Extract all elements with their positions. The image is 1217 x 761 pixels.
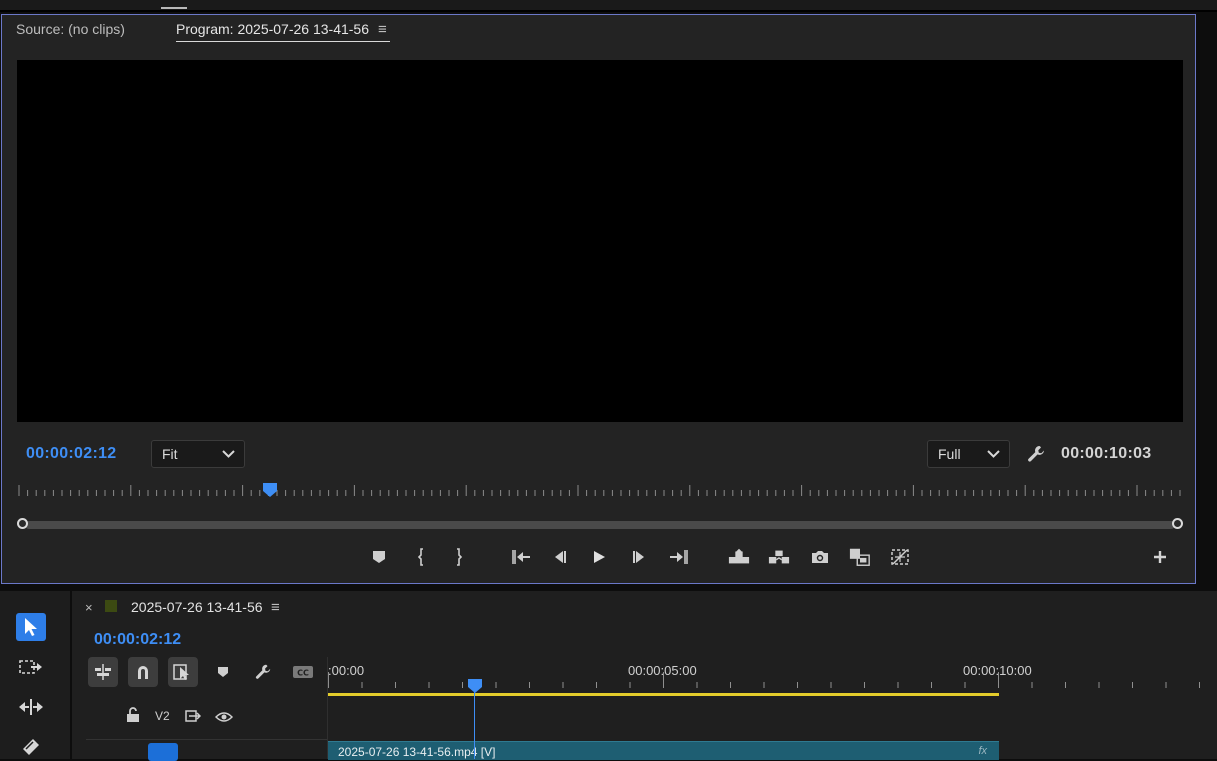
zoom-level-select[interactable]: Fit xyxy=(151,440,245,468)
resolution-value: Full xyxy=(938,446,961,462)
mark-out-icon[interactable] xyxy=(447,547,469,567)
sync-lock-icon[interactable] xyxy=(185,709,202,727)
panel-menu-icon[interactable]: ≡ xyxy=(271,599,280,616)
panel-divider xyxy=(0,10,1217,12)
playhead-marker[interactable] xyxy=(263,483,277,502)
add-marker-icon[interactable] xyxy=(368,547,390,567)
mark-in-icon[interactable] xyxy=(411,547,433,567)
track-select-tool-icon[interactable] xyxy=(16,653,46,681)
lock-icon[interactable] xyxy=(126,707,140,728)
active-tab-underline xyxy=(176,41,390,42)
lift-icon[interactable] xyxy=(728,547,750,567)
tab-program[interactable]: Program: 2025-07-26 13-41-56 xyxy=(176,21,369,37)
fx-badge: fx xyxy=(978,745,987,757)
linked-selection-icon[interactable] xyxy=(168,657,198,687)
zoom-track[interactable] xyxy=(25,521,1175,529)
tab-sequence[interactable]: 2025-07-26 13-41-56 xyxy=(131,599,263,615)
clip-v1[interactable]: 2025-07-26 13-41-56.mp4 [V] fx xyxy=(328,741,999,760)
timeline-playhead[interactable] xyxy=(468,679,482,698)
button-editor-plus-icon[interactable] xyxy=(1149,547,1171,567)
playback-resolution-select[interactable]: Full xyxy=(927,440,1010,468)
sequence-timecode[interactable]: 00:00:02:12 xyxy=(94,631,181,649)
add-marker-icon[interactable] xyxy=(208,657,238,687)
timeline-playhead-line[interactable] xyxy=(474,689,475,759)
track-label-v2[interactable]: V2 xyxy=(155,709,170,723)
top-strip xyxy=(0,0,1217,12)
snap-magnet-icon[interactable] xyxy=(128,657,158,687)
camera-icon[interactable] xyxy=(809,547,831,567)
go-to-in-icon[interactable] xyxy=(510,547,532,567)
chevron-down-icon xyxy=(987,450,1000,458)
sequence-color-label xyxy=(105,600,117,612)
selection-tool-icon[interactable] xyxy=(16,613,46,641)
timeline-panel: × 2025-07-26 13-41-56 ≡ 00:00:02:12 CC V… xyxy=(72,591,1217,761)
tab-source[interactable]: Source: (no clips) xyxy=(16,21,125,37)
eye-icon[interactable] xyxy=(214,710,234,728)
zoom-scroll-bar[interactable] xyxy=(17,518,1183,532)
wrench-icon[interactable] xyxy=(248,657,278,687)
ripple-edit-tool-icon[interactable] xyxy=(16,693,46,721)
tools-panel xyxy=(0,591,70,759)
step-back-icon[interactable] xyxy=(549,547,571,567)
clip-label: 2025-07-26 13-41-56.mp4 [V] xyxy=(338,745,496,759)
work-area-bar[interactable] xyxy=(328,693,999,696)
chevron-down-icon xyxy=(222,450,235,458)
zoom-handle-left[interactable] xyxy=(17,518,28,529)
track-target-v1[interactable] xyxy=(148,743,178,761)
track-header-v2: V2 xyxy=(86,695,327,741)
captions-icon[interactable]: CC xyxy=(288,657,318,687)
nest-toggle-icon[interactable] xyxy=(88,657,118,687)
wrench-icon[interactable] xyxy=(1026,444,1046,469)
proxy-toggle-icon[interactable] xyxy=(889,547,911,567)
playhead-timecode[interactable]: 00:00:02:12 xyxy=(26,445,116,463)
monitor-time-ruler[interactable] xyxy=(17,483,1183,501)
timeline-time-ruler[interactable]: :00:00 00:00:05:00 00:00:10:00 xyxy=(328,657,1217,697)
step-forward-icon[interactable] xyxy=(628,547,650,567)
panel-tab-indicator xyxy=(161,7,187,9)
play-icon[interactable] xyxy=(588,547,610,567)
close-icon[interactable]: × xyxy=(85,600,93,615)
zoom-handle-right[interactable] xyxy=(1172,518,1183,529)
duration-timecode: 00:00:10:03 xyxy=(1061,445,1152,462)
extract-icon[interactable] xyxy=(768,547,790,567)
svg-text:CC: CC xyxy=(297,669,309,678)
ruler-ticks xyxy=(328,672,1200,688)
track-divider xyxy=(86,739,327,740)
program-monitor-panel: Source: (no clips) Program: 2025-07-26 1… xyxy=(1,14,1196,584)
razor-tool-icon[interactable] xyxy=(16,733,46,761)
comparison-view-icon[interactable] xyxy=(849,547,871,567)
zoom-level-value: Fit xyxy=(162,446,178,462)
video-preview[interactable] xyxy=(17,60,1183,422)
go-to-out-icon[interactable] xyxy=(668,547,690,567)
panel-menu-icon[interactable]: ≡ xyxy=(378,21,387,38)
